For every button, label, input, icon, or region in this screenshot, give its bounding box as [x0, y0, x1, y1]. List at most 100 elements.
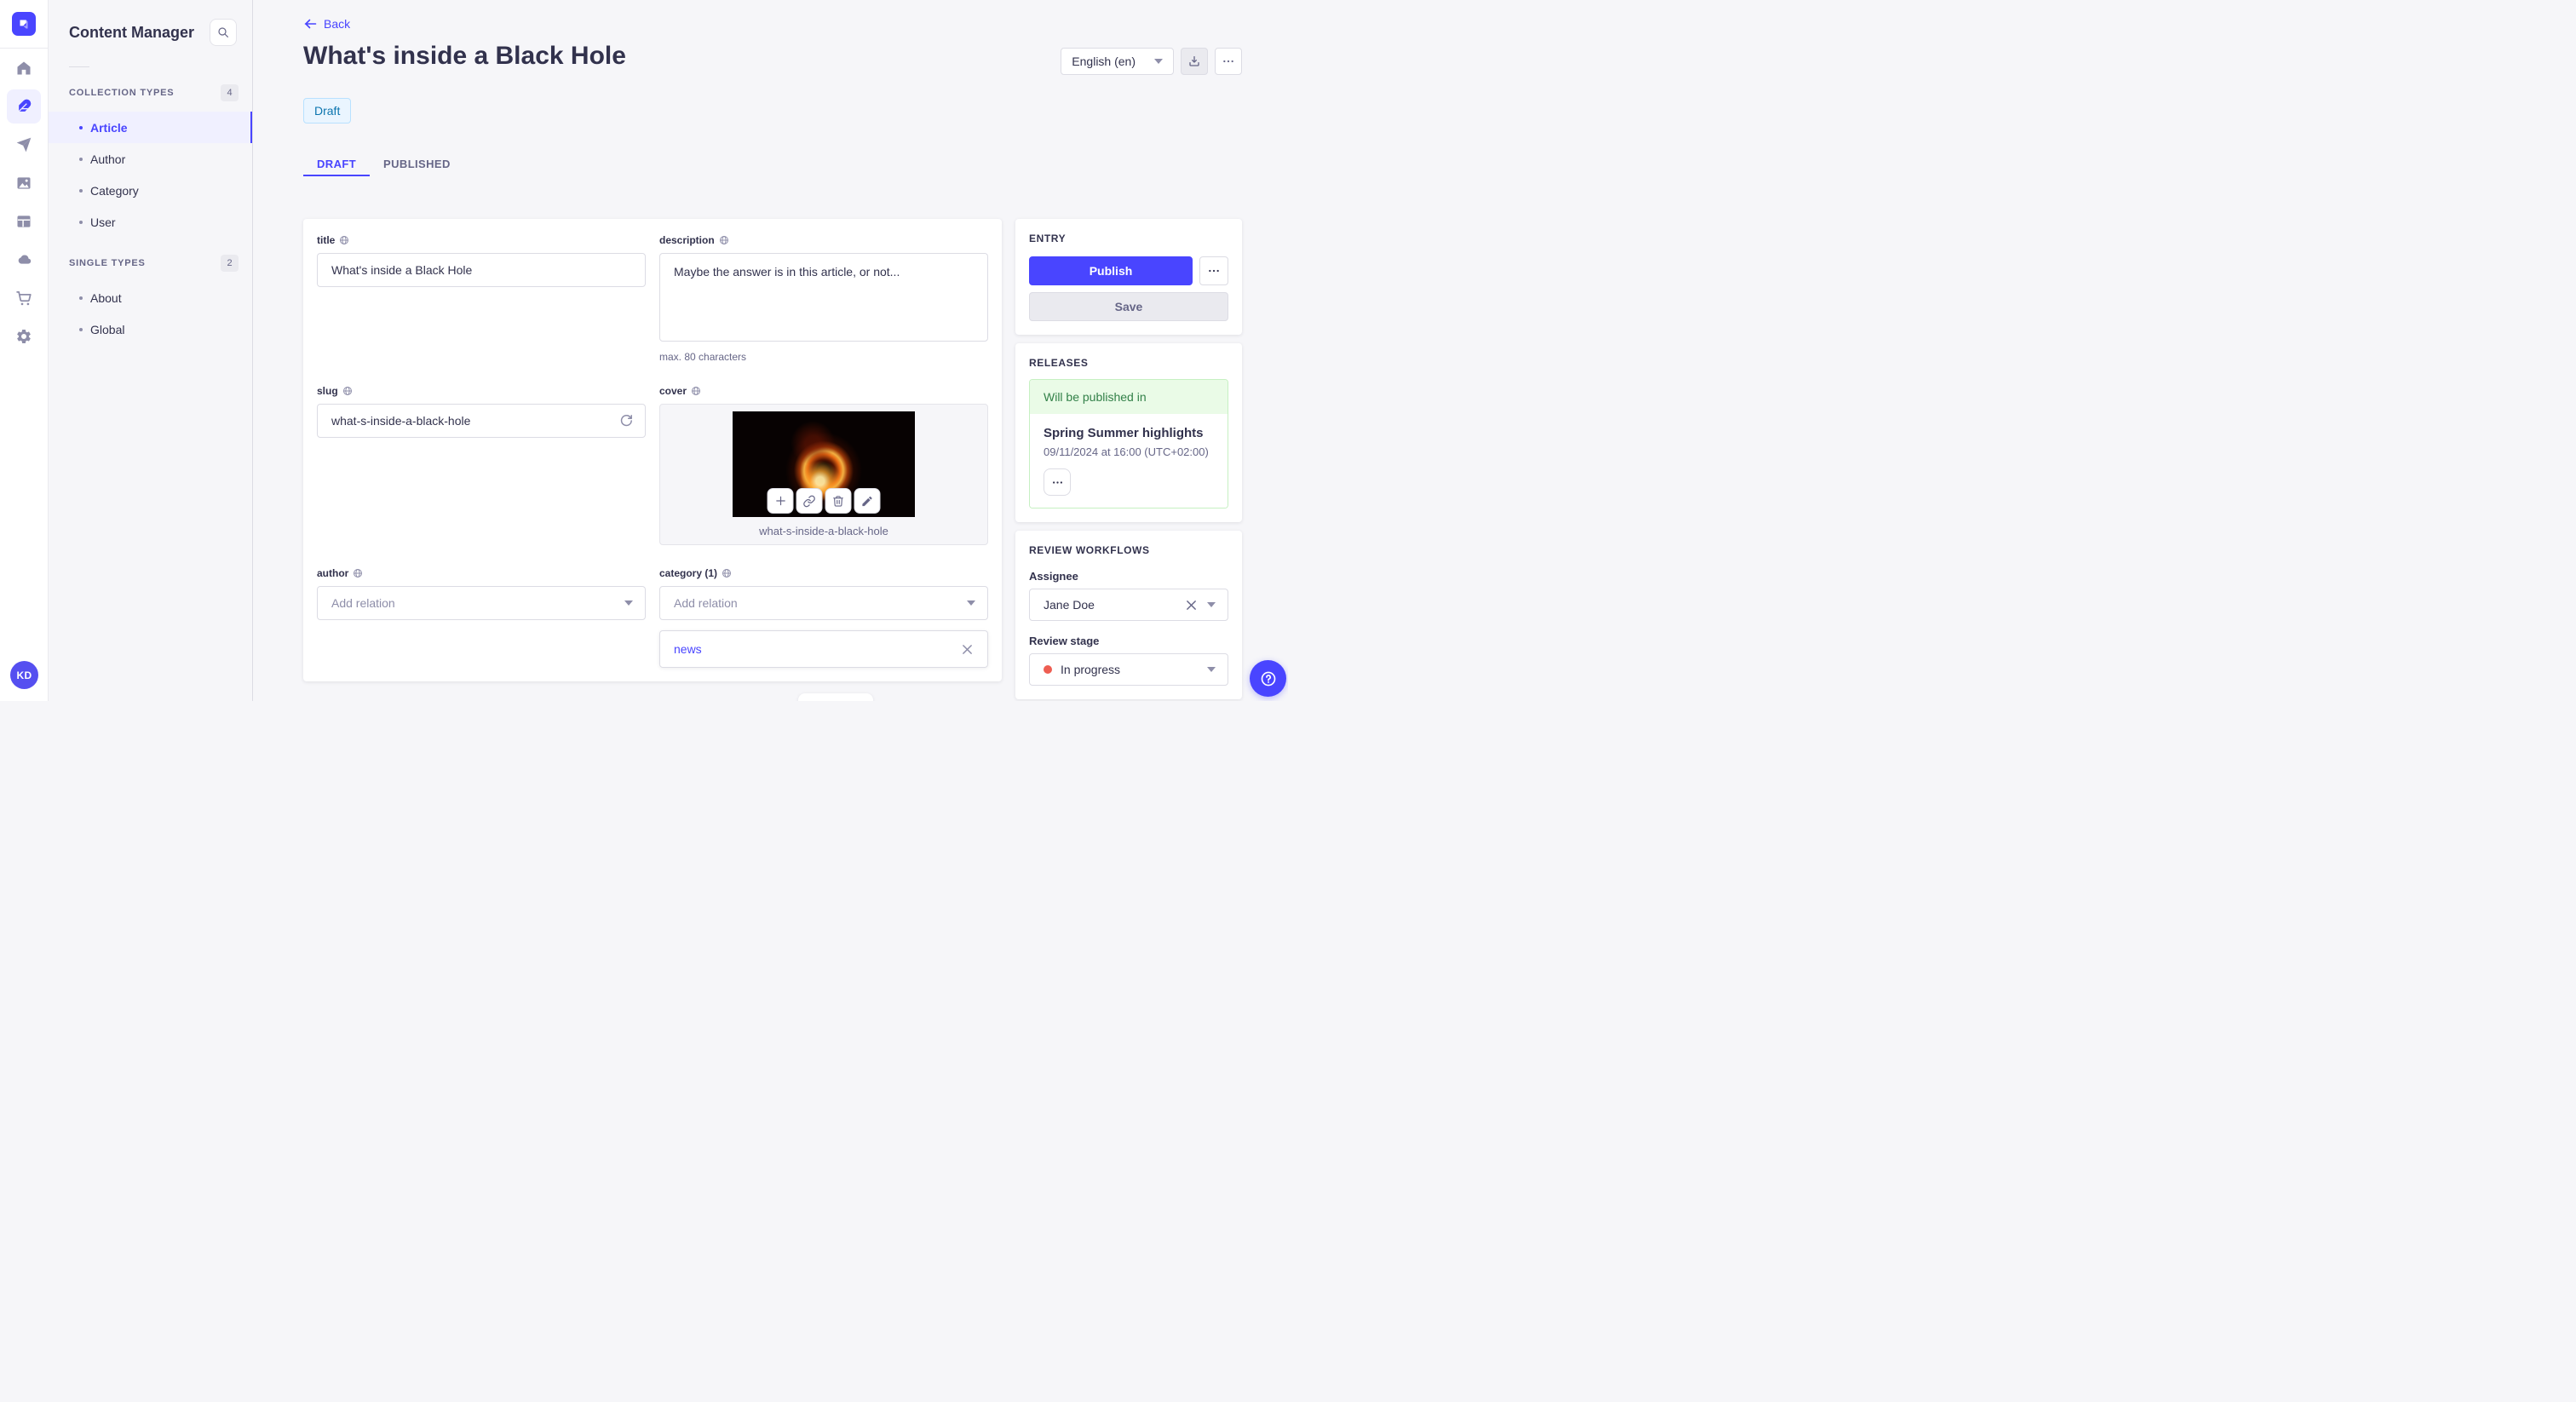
slug-input[interactable]: [317, 404, 646, 438]
download-icon: [1189, 56, 1199, 66]
cover-image-black-hole[interactable]: [733, 411, 915, 517]
back-label: Back: [324, 17, 351, 31]
pencil-icon: [862, 496, 872, 506]
releases-panel: RELEASES Will be published in Spring Sum…: [1015, 343, 1242, 522]
title-input[interactable]: [317, 253, 646, 287]
main-content: Back What's inside a Black Hole English …: [253, 0, 1288, 701]
entry-panel-title: ENTRY: [1029, 233, 1067, 244]
chevron-down-icon: [967, 600, 975, 606]
bullet-icon: [79, 125, 83, 129]
chevron-down-icon: [1207, 602, 1216, 607]
chevron-down-icon: [624, 600, 633, 606]
copy-link-button[interactable]: [796, 488, 823, 514]
nav-item-marketplace[interactable]: [7, 281, 41, 315]
sidebar-item-label: User: [90, 215, 116, 229]
sidebar-item-label: Global: [90, 322, 125, 336]
regenerate-slug-button[interactable]: [618, 412, 635, 429]
field-slug: slug: [317, 383, 646, 545]
home-icon: [17, 61, 31, 75]
strapi-logo[interactable]: [12, 12, 36, 36]
avatar[interactable]: KD: [10, 661, 38, 689]
assignee-combobox[interactable]: Jane Doe: [1029, 589, 1228, 621]
field-cover: cover what-s-inside-a-black-hole: [659, 383, 988, 545]
count-badge: 4: [221, 84, 239, 101]
field-title-label: title: [317, 234, 336, 246]
locale-select[interactable]: English (en): [1061, 48, 1174, 75]
header-more-button[interactable]: [1215, 48, 1242, 75]
release-more-button[interactable]: [1044, 468, 1071, 496]
publish-button[interactable]: Publish: [1029, 256, 1193, 285]
locale-value: English (en): [1072, 55, 1136, 68]
globe-icon: [340, 236, 349, 244]
sidebar-item-article[interactable]: Article: [49, 112, 252, 143]
download-button[interactable]: [1181, 48, 1208, 75]
edit-media-button[interactable]: [854, 488, 881, 514]
back-link[interactable]: Back: [303, 17, 350, 31]
nav-item-media-library[interactable]: [7, 166, 41, 200]
add-media-button[interactable]: [767, 488, 794, 514]
gear-icon: [17, 329, 31, 343]
globe-icon: [354, 569, 363, 577]
sidebar-item-label: Article: [90, 120, 128, 135]
cart-icon: [16, 291, 32, 306]
nav-item-content-manager[interactable]: [7, 89, 41, 124]
field-description-label: description: [659, 234, 715, 246]
tab-draft[interactable]: DRAFT: [303, 151, 370, 176]
nav-item-settings[interactable]: [7, 319, 41, 353]
section-label: COLLECTION TYPES: [69, 88, 175, 98]
more-icon: [1209, 269, 1219, 273]
nav-item-content-type-builder[interactable]: [7, 204, 41, 238]
stage-value: In progress: [1061, 663, 1121, 676]
sidebar-item-global[interactable]: Global: [49, 313, 252, 345]
images-icon: [17, 177, 31, 189]
review-stage-combobox[interactable]: In progress: [1029, 653, 1228, 686]
section-collection-types: COLLECTION TYPES 4 Article Author Catego…: [49, 83, 252, 238]
relation-news-link[interactable]: news: [674, 642, 702, 656]
clear-icon[interactable]: [1186, 600, 1197, 611]
strapi-logo-icon: [20, 20, 28, 29]
question-icon: [1261, 671, 1275, 686]
save-button[interactable]: Save: [1029, 292, 1228, 321]
description-input[interactable]: Maybe the answer is in this article, or …: [659, 253, 988, 342]
field-author-label: author: [317, 567, 349, 579]
cover-filename: what-s-inside-a-black-hole: [759, 525, 888, 537]
status-badge: Draft: [303, 98, 352, 124]
nav-item-releases[interactable]: [7, 128, 41, 162]
nav-rail-menu: [7, 49, 41, 353]
sidebar-item-about[interactable]: About: [49, 282, 252, 313]
bullet-icon: [79, 220, 83, 224]
bullet-icon: [79, 157, 83, 161]
stage-status-dot: [1044, 665, 1052, 674]
link-icon: [803, 495, 815, 507]
entry-more-button[interactable]: [1199, 256, 1228, 285]
nav-item-home[interactable]: [7, 51, 41, 85]
author-relation-combobox[interactable]: Add relation: [317, 586, 646, 620]
category-relation-combobox[interactable]: Add relation: [659, 586, 988, 620]
side-column: ENTRY Publish Save RELEASES Will be publ…: [1015, 219, 1242, 699]
search-button[interactable]: [210, 19, 237, 46]
field-author: author Add relation: [317, 566, 646, 668]
globe-icon: [342, 387, 352, 395]
globe-icon: [719, 236, 728, 244]
paper-plane-icon: [16, 137, 32, 152]
tab-published[interactable]: PUBLISHED: [370, 151, 464, 176]
help-button[interactable]: [1250, 660, 1286, 697]
delete-media-button[interactable]: [825, 488, 852, 514]
assignee-value: Jane Doe: [1044, 598, 1095, 612]
sidebar-item-user[interactable]: User: [49, 206, 252, 238]
app-root: KD Content Manager COLLECTION TYPES 4 Ar…: [0, 0, 1288, 701]
nav-rail: KD: [0, 0, 49, 701]
sidebar-item-label: Author: [90, 152, 126, 166]
nav-item-cloud[interactable]: [7, 243, 41, 277]
remove-relation-button[interactable]: [957, 639, 977, 659]
feather-icon: [17, 99, 32, 113]
sidebar-item-author[interactable]: Author: [49, 143, 252, 175]
cloud-icon: [18, 255, 32, 264]
field-description: description Maybe the answer is in this …: [659, 233, 988, 363]
cover-actions: [767, 488, 881, 514]
section-label: SINGLE TYPES: [69, 258, 146, 268]
more-icon: [1052, 480, 1062, 484]
review-panel-title: REVIEW WORKFLOWS: [1029, 544, 1150, 556]
sidebar-item-category[interactable]: Category: [49, 175, 252, 206]
layout-icon: [17, 215, 31, 227]
